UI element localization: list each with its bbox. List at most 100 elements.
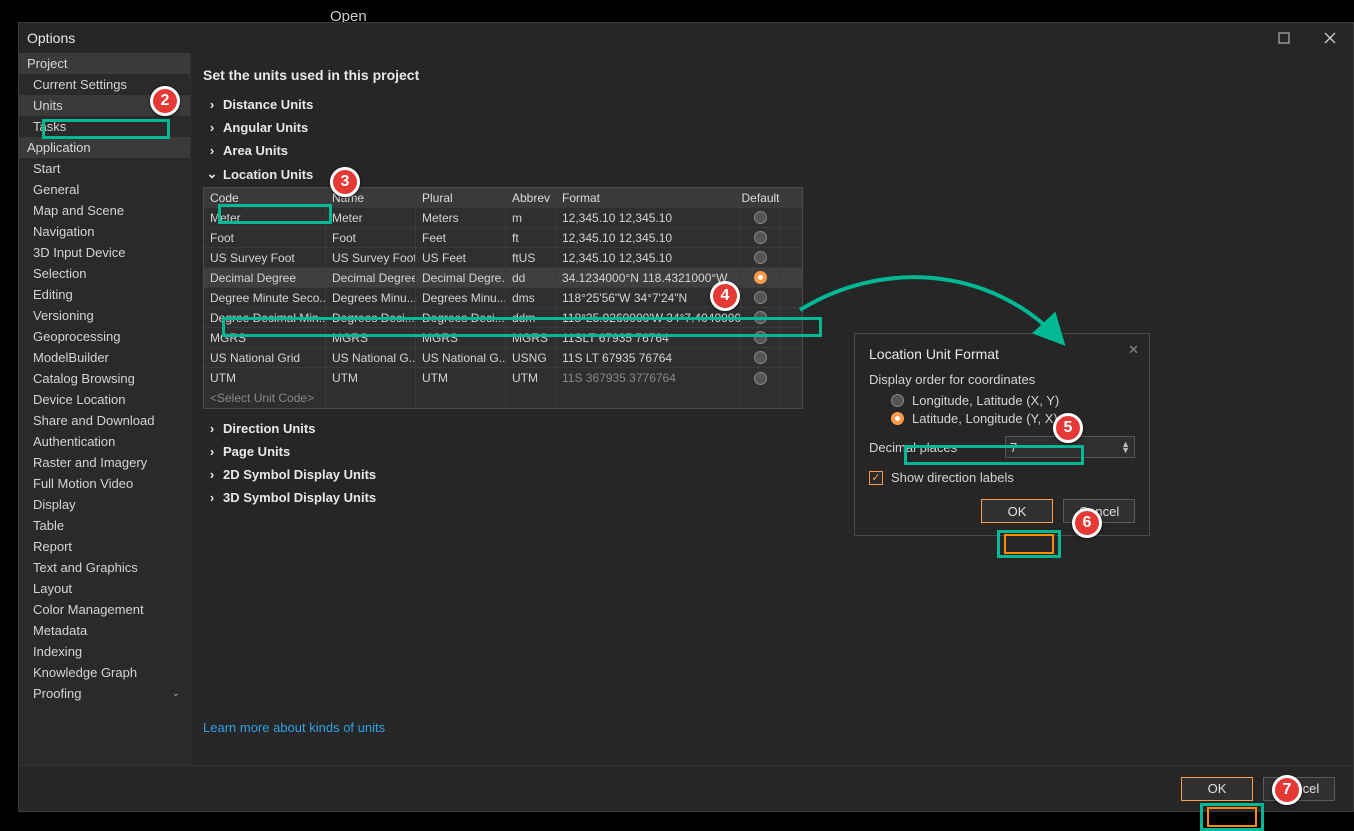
cell-format[interactable]: 11S 367935 3776764 — [556, 368, 741, 388]
ok-button[interactable]: OK — [1181, 777, 1253, 801]
cell-default-radio[interactable] — [741, 368, 781, 388]
sidebar-item-editing[interactable]: Editing — [19, 284, 190, 305]
cell-code[interactable]: Decimal Degree — [204, 268, 326, 287]
col-format[interactable]: Format — [556, 188, 741, 207]
sidebar-item-general[interactable]: General — [19, 179, 190, 200]
cell-name[interactable]: MGRS — [326, 328, 416, 347]
cell-code[interactable]: UTM — [204, 368, 326, 388]
cell-format[interactable]: 118°25.9260000'W 34°7.4040000'N — [556, 308, 741, 327]
sidebar-item-navigation[interactable]: Navigation — [19, 221, 190, 242]
cell-plural[interactable]: MGRS — [416, 328, 506, 347]
cell-abbrev[interactable]: m — [506, 208, 556, 227]
cell-name[interactable]: US Survey Foot — [326, 248, 416, 267]
col-code[interactable]: Code — [204, 188, 326, 207]
cell-plural[interactable]: Decimal Degre... — [416, 268, 506, 287]
spinner-arrows-icon[interactable]: ▲▼ — [1121, 441, 1130, 453]
col-default[interactable]: Default — [741, 188, 781, 207]
sidebar-item-raster-and-imagery[interactable]: Raster and Imagery — [19, 452, 190, 473]
cell-plural[interactable]: US Feet — [416, 248, 506, 267]
cell-abbrev[interactable]: USNG — [506, 348, 556, 367]
sidebar-item-start[interactable]: Start — [19, 158, 190, 179]
cell-code[interactable]: Degree Minute Seco... — [204, 288, 326, 307]
cell-name[interactable]: UTM — [326, 368, 416, 388]
cell-default-radio[interactable] — [741, 208, 781, 227]
sidebar-item-share-and-download[interactable]: Share and Download — [19, 410, 190, 431]
cell-name[interactable]: Degrees Deci... — [326, 308, 416, 327]
cell-abbrev[interactable]: ft — [506, 228, 556, 247]
cell-abbrev[interactable]: ddm — [506, 308, 556, 327]
sidebar-item-table[interactable]: Table — [19, 515, 190, 536]
sidebar-item-report[interactable]: Report — [19, 536, 190, 557]
sidebar-item-indexing[interactable]: Indexing — [19, 641, 190, 662]
radio-lat-lon[interactable]: Latitude, Longitude (Y, X) — [891, 411, 1135, 426]
section-2d-symbol-display-units[interactable]: ›2D Symbol Display Units — [203, 463, 1337, 486]
sidebar-item-catalog-browsing[interactable]: Catalog Browsing — [19, 368, 190, 389]
cell-code[interactable]: Foot — [204, 228, 326, 247]
cell-abbrev[interactable]: MGRS — [506, 328, 556, 347]
sidebar-item-color-management[interactable]: Color Management — [19, 599, 190, 620]
sidebar-item-3d-input-device[interactable]: 3D Input Device — [19, 242, 190, 263]
cell-default-radio[interactable] — [741, 248, 781, 267]
cell-plural[interactable]: Feet — [416, 228, 506, 247]
cell-abbrev[interactable]: dms — [506, 288, 556, 307]
sidebar-item-authentication[interactable]: Authentication — [19, 431, 190, 452]
sidebar-item-knowledge-graph[interactable]: Knowledge Graph — [19, 662, 190, 683]
cell-plural[interactable]: UTM — [416, 368, 506, 388]
cell-default-radio[interactable] — [741, 348, 781, 367]
cell-abbrev[interactable]: dd — [506, 268, 556, 287]
cell-abbrev[interactable]: UTM — [506, 368, 556, 388]
cell-format[interactable]: 11S LT 67935 76764 — [556, 348, 741, 367]
sidebar-item-display[interactable]: Display — [19, 494, 190, 515]
select-unit-placeholder[interactable]: <Select Unit Code> — [204, 388, 326, 408]
sidebar-item-full-motion-video[interactable]: Full Motion Video — [19, 473, 190, 494]
radio-lon-lat[interactable]: Longitude, Latitude (X, Y) — [891, 393, 1135, 408]
sidebar-item-layout[interactable]: Layout — [19, 578, 190, 599]
sidebar-item-device-location[interactable]: Device Location — [19, 389, 190, 410]
cell-format[interactable]: 11SLT 67935 76764 — [556, 328, 741, 347]
table-row-placeholder[interactable]: <Select Unit Code> — [204, 388, 802, 408]
cell-code[interactable]: US Survey Foot — [204, 248, 326, 267]
table-row[interactable]: US Survey FootUS Survey FootUS FeetftUS1… — [204, 248, 802, 268]
table-row[interactable]: US National GridUS National G...US Natio… — [204, 348, 802, 368]
cell-default-radio[interactable] — [741, 268, 781, 287]
close-button[interactable] — [1307, 23, 1353, 53]
sidebar-item-modelbuilder[interactable]: ModelBuilder — [19, 347, 190, 368]
show-direction-labels-checkbox[interactable]: ✓ Show direction labels — [869, 470, 1135, 485]
sidebar-item-tasks[interactable]: Tasks — [19, 116, 190, 137]
cell-default-radio[interactable] — [741, 288, 781, 307]
cell-default-radio[interactable] — [741, 328, 781, 347]
table-row[interactable]: FootFootFeetft12,345.10 12,345.10 — [204, 228, 802, 248]
section-3d-symbol-display-units[interactable]: ›3D Symbol Display Units — [203, 486, 1337, 509]
popup-close-icon[interactable]: ✕ — [1128, 342, 1139, 358]
sidebar-item-versioning[interactable]: Versioning — [19, 305, 190, 326]
section-page-units[interactable]: ›Page Units — [203, 440, 1337, 463]
cell-plural[interactable]: Degrees Minu... — [416, 288, 506, 307]
cell-format[interactable]: 12,345.10 12,345.10 — [556, 228, 741, 247]
table-row[interactable]: Decimal DegreeDecimal DegreeDecimal Degr… — [204, 268, 802, 288]
cell-code[interactable]: Meter — [204, 208, 326, 227]
table-row[interactable]: MGRSMGRSMGRSMGRS11SLT 67935 76764 — [204, 328, 802, 348]
section-angular-units[interactable]: ›Angular Units — [203, 116, 1337, 139]
col-plural[interactable]: Plural — [416, 188, 506, 207]
cell-name[interactable]: Foot — [326, 228, 416, 247]
cell-format[interactable]: 12,345.10 12,345.10 — [556, 208, 741, 227]
sidebar-item-selection[interactable]: Selection — [19, 263, 190, 284]
sidebar-item-text-and-graphics[interactable]: Text and Graphics — [19, 557, 190, 578]
cell-code[interactable]: US National Grid — [204, 348, 326, 367]
sidebar-item-map-and-scene[interactable]: Map and Scene — [19, 200, 190, 221]
table-row[interactable]: UTMUTMUTMUTM11S 367935 3776764 — [204, 368, 802, 388]
cell-code[interactable]: Degree Decimal Min... — [204, 308, 326, 327]
table-row[interactable]: MeterMeterMetersm12,345.10 12,345.10 — [204, 208, 802, 228]
cell-default-radio[interactable] — [741, 228, 781, 247]
sidebar-item-proofing[interactable]: Proofing⌄ — [19, 683, 190, 704]
cell-name[interactable]: Decimal Degree — [326, 268, 416, 287]
cell-default-radio[interactable] — [741, 308, 781, 327]
cell-name[interactable]: Meter — [326, 208, 416, 227]
cell-name[interactable]: US National G... — [326, 348, 416, 367]
maximize-button[interactable] — [1261, 23, 1307, 53]
cell-name[interactable]: Degrees Minu... — [326, 288, 416, 307]
section-area-units[interactable]: ›Area Units — [203, 139, 1337, 162]
popup-ok-button[interactable]: OK — [981, 499, 1053, 523]
section-location-units[interactable]: ⌄Location Units — [203, 162, 1337, 186]
learn-more-link[interactable]: Learn more about kinds of units — [203, 720, 385, 735]
